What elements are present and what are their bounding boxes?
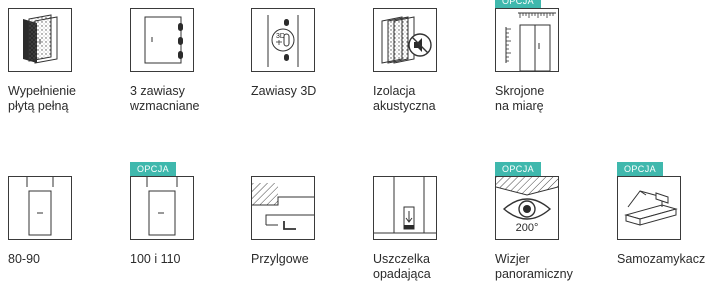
solid-core-door-icon: [8, 8, 72, 72]
view-angle-text: 200°: [515, 222, 539, 234]
peephole-eye-icon: 200°: [495, 176, 559, 240]
feature-label: Wypełnienie płytą pełną: [8, 84, 76, 113]
feature-label: Zawiasy 3D: [251, 84, 317, 98]
feature-label: 100 i 110: [130, 252, 181, 266]
option-badge: OPCJA: [495, 162, 542, 176]
drop-seal-icon: [373, 176, 437, 240]
door-100-110-icon: [130, 176, 194, 240]
made-to-measure-icon: [495, 8, 559, 72]
rebated-door-icon: [251, 176, 315, 240]
option-badge: OPCJA: [495, 0, 542, 8]
door-closer-icon: [617, 176, 681, 240]
option-badge: OPCJA: [617, 162, 664, 176]
feature-label: 80-90: [8, 252, 40, 266]
feature-label: Wizjer panoramiczny: [495, 252, 573, 281]
acoustic-insulation-icon: [373, 8, 437, 72]
three-hinges-icon: [130, 8, 194, 72]
feature-label: 3 zawiasy wzmacniane: [130, 84, 200, 113]
feature-label: Izolacja akustyczna: [373, 84, 436, 113]
feature-label: Uszczelka opadająca: [373, 252, 431, 281]
door-80-90-icon: [8, 176, 72, 240]
feature-label: Przylgowe: [251, 252, 309, 266]
option-badge: OPCJA: [130, 162, 177, 176]
3d-hinge-icon: 3D: [251, 8, 315, 72]
feature-label: Samozamykacz: [617, 252, 706, 266]
feature-label: Skrojone na miarę: [495, 84, 545, 113]
